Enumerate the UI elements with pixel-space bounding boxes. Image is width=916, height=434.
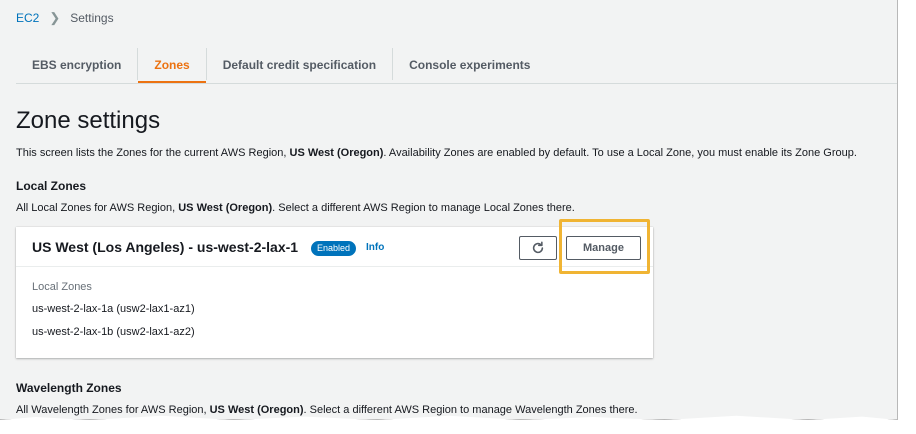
- local-zones-description: All Local Zones for AWS Region, US West …: [16, 202, 575, 214]
- lz-desc-region: US West (Oregon): [178, 202, 273, 214]
- lz-desc-prefix: All Local Zones for AWS Region,: [16, 202, 179, 214]
- zone-group-title: US West (Los Angeles) - us-west-2-lax-1: [32, 239, 299, 255]
- zone-group-card-header: US West (Los Angeles) - us-west-2-lax-1 …: [16, 227, 653, 267]
- breadcrumb-ec2-link[interactable]: EC2: [16, 11, 39, 25]
- wl-desc-prefix: All Wavelength Zones for AWS Region,: [16, 404, 210, 416]
- refresh-button[interactable]: [519, 236, 557, 260]
- tab-console-experiments[interactable]: Console experiments: [393, 46, 546, 84]
- refresh-icon: [532, 241, 544, 254]
- intro-region: US West (Oregon): [289, 147, 384, 159]
- intro-suffix: . Availability Zones are enabled by defa…: [383, 147, 857, 159]
- tabs-divider-line: [16, 83, 897, 84]
- local-zones-heading: Local Zones: [16, 179, 87, 193]
- list-item: us-west-2-lax-1a (usw2-lax1-az1): [32, 303, 195, 315]
- tab-zones[interactable]: Zones: [138, 46, 207, 84]
- wavelength-zones-heading: Wavelength Zones: [16, 381, 122, 395]
- info-link[interactable]: Info: [366, 242, 384, 253]
- page-description: This screen lists the Zones for the curr…: [16, 147, 857, 159]
- wl-desc-suffix: . Select a different AWS Region to manag…: [303, 404, 638, 416]
- tab-ebs-encryption[interactable]: EBS encryption: [16, 46, 137, 84]
- breadcrumb-current: Settings: [70, 11, 114, 25]
- wavelength-zones-description: All Wavelength Zones for AWS Region, US …: [16, 404, 638, 416]
- tab-bar: EBS encryption Zones Default credit spec…: [16, 46, 546, 84]
- status-badge: Enabled: [311, 241, 357, 256]
- intro-prefix: This screen lists the Zones for the curr…: [16, 147, 290, 159]
- breadcrumb: EC2 ❯ Settings: [16, 10, 114, 26]
- zone-group-card: US West (Los Angeles) - us-west-2-lax-1 …: [16, 227, 653, 358]
- wl-desc-region: US West (Oregon): [209, 404, 304, 416]
- chevron-right-icon: ❯: [49, 10, 61, 25]
- lz-desc-suffix: . Select a different AWS Region to manag…: [272, 202, 575, 214]
- tab-default-credit-specification[interactable]: Default credit specification: [207, 46, 392, 84]
- manage-button-highlight: [559, 219, 650, 274]
- list-item: us-west-2-lax-1b (usw2-lax1-az2): [32, 326, 195, 338]
- screenshot-frame: EC2 ❯ Settings EBS encryption Zones Defa…: [0, 0, 898, 420]
- local-zones-label: Local Zones: [32, 281, 92, 293]
- page-title: Zone settings: [16, 107, 161, 134]
